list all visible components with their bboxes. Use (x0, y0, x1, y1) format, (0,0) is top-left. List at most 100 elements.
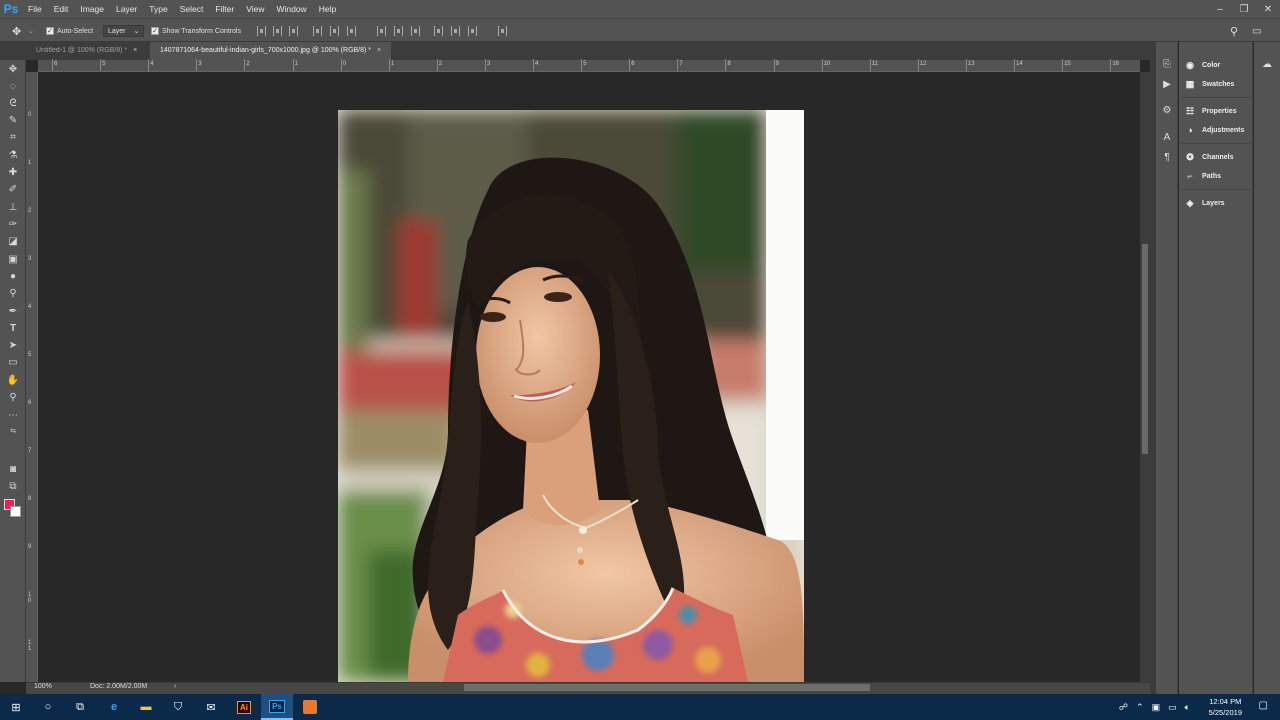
align-left-icon[interactable] (313, 26, 322, 36)
background-color-swatch[interactable] (10, 506, 21, 517)
paragraph-icon[interactable]: ¶ (1161, 152, 1173, 163)
align-top-icon[interactable] (257, 26, 266, 36)
menu-file[interactable]: File (22, 0, 48, 18)
gradient-tool-icon[interactable]: ▣ (6, 254, 20, 266)
canvas-area[interactable] (39, 72, 1139, 682)
chevron-down-icon[interactable]: ⌄ (28, 25, 34, 37)
hand-tool-icon[interactable]: ✋ (6, 375, 20, 387)
eraser-tool-icon[interactable]: ◪ (6, 236, 20, 248)
show-transform-checkbox[interactable]: ✓ Show Transform Controls (151, 25, 241, 37)
menu-window[interactable]: Window (270, 0, 312, 18)
quick-select-tool-icon[interactable]: ✎ (6, 115, 20, 127)
windows-start-icon[interactable]: ⊞ (0, 694, 32, 720)
align-right-icon[interactable] (347, 26, 356, 36)
move-tool-icon[interactable]: ✥ (6, 64, 20, 76)
restore-button[interactable]: ❐ (1232, 0, 1256, 18)
menu-edit[interactable]: Edit (48, 0, 75, 18)
illustrator-app[interactable]: Ai (228, 694, 260, 720)
brush-settings-icon[interactable]: ⚙ (1161, 105, 1173, 116)
menu-layer[interactable]: Layer (110, 0, 143, 18)
chevron-up-icon[interactable]: ⌃ (1136, 702, 1144, 713)
network-icon[interactable]: ▣ (1152, 702, 1161, 713)
edge-browser-icon[interactable]: e (98, 694, 130, 720)
document-size-info[interactable]: Doc: 2.00M/2.00M (90, 683, 147, 690)
blur-tool-icon[interactable]: ● (6, 271, 20, 283)
close-icon[interactable]: × (377, 47, 381, 54)
distribute-right-icon[interactable] (468, 26, 477, 36)
other-app[interactable] (294, 694, 326, 720)
align-bottom-icon[interactable] (289, 26, 298, 36)
search-icon[interactable]: ○ (32, 694, 64, 720)
battery-icon[interactable]: ▭ (1168, 702, 1177, 713)
file-explorer-icon[interactable]: ▬ (130, 694, 162, 720)
people-icon[interactable]: ☍ (1119, 702, 1128, 713)
crop-tool-icon[interactable]: ⌗ (6, 132, 20, 144)
close-icon[interactable]: × (133, 47, 137, 54)
distribute-vcenter-icon[interactable] (394, 26, 403, 36)
align-vcenter-icon[interactable] (273, 26, 282, 36)
lasso-tool-icon[interactable]: ᘓ (6, 98, 20, 110)
ruler-tick (533, 59, 534, 71)
history-brush-tool-icon[interactable]: ✑ (6, 219, 20, 231)
actions-play-icon[interactable]: ▶ (1161, 79, 1173, 90)
eyedropper-tool-icon[interactable]: ⚗ (6, 150, 20, 162)
menu-help[interactable]: Help (313, 0, 342, 18)
zoom-tool-icon[interactable]: ⚲ (6, 392, 20, 404)
libraries-cloud-icon[interactable]: ☁ (1261, 59, 1273, 70)
menu-filter[interactable]: Filter (209, 0, 240, 18)
distribute-hcenter-icon[interactable] (451, 26, 460, 36)
panel-swatches[interactable]: ▦ Swatches (1185, 77, 1235, 91)
panel-paths[interactable]: ⌐ Paths (1185, 169, 1221, 183)
chevron-right-icon[interactable]: › (174, 683, 176, 690)
volume-icon[interactable]: 🔈︎ (1185, 702, 1190, 713)
rectangle-tool-icon[interactable]: ▭ (6, 357, 20, 369)
more-tools-icon[interactable]: ⋯ (6, 410, 20, 422)
workspace-icon[interactable]: ▭ (1252, 25, 1261, 37)
notification-icon[interactable]: ▢ (1259, 700, 1268, 711)
distribute-left-icon[interactable] (434, 26, 443, 36)
panel-properties[interactable]: ☷ Properties (1185, 104, 1237, 118)
panel-channels[interactable]: ❂ Channels (1185, 150, 1233, 164)
vertical-scroll-thumb[interactable] (1142, 244, 1148, 454)
swap-colors-icon[interactable]: ⇆ (6, 426, 20, 438)
auto-align-icon[interactable] (498, 26, 507, 36)
brush-tool-icon[interactable]: ✐ (6, 184, 20, 196)
auto-select-target-dropdown[interactable]: Layer ⌄ (103, 25, 145, 37)
move-tool-icon[interactable]: ✥ (12, 25, 21, 38)
zoom-level[interactable]: 100% (34, 683, 52, 690)
clock[interactable]: 12:04 PM 5/25/2019 (1209, 696, 1242, 718)
tab-untitled[interactable]: Untitled-1 @ 100% (RGB/8) * × (26, 42, 147, 60)
pen-tool-icon[interactable]: ✒ (6, 306, 20, 318)
menu-view[interactable]: View (240, 0, 270, 18)
panel-adjustments[interactable]: ◑ Adjustments (1185, 123, 1244, 137)
stamp-tool-icon[interactable]: ⊥ (6, 202, 20, 214)
menu-select[interactable]: Select (174, 0, 210, 18)
screen-mode-icon[interactable]: ⧉ (6, 481, 20, 493)
close-button[interactable]: ✕ (1256, 0, 1280, 18)
menu-image[interactable]: Image (74, 0, 110, 18)
distribute-top-icon[interactable] (377, 26, 386, 36)
mail-icon[interactable]: ✉ (195, 694, 227, 720)
healing-brush-tool-icon[interactable]: ✚ (6, 167, 20, 179)
panel-layers[interactable]: ◈ Layers (1185, 196, 1225, 210)
photoshop-app[interactable]: Ps (261, 694, 293, 720)
task-view-icon[interactable]: ⧉ (64, 694, 96, 720)
quick-mask-icon[interactable]: ◙ (6, 464, 20, 476)
horizontal-scroll-thumb[interactable] (464, 684, 870, 691)
history-icon[interactable]: ⎘ (1161, 59, 1173, 70)
panel-color[interactable]: ◉ Color (1185, 58, 1220, 72)
tab-photo[interactable]: 1407871064-beautiful-indian-girls_700x10… (150, 42, 392, 60)
minimize-button[interactable]: – (1208, 0, 1232, 18)
marquee-tool-icon[interactable]: ◌ (6, 81, 20, 93)
dodge-tool-icon[interactable]: ⚲ (6, 288, 20, 300)
menu-type[interactable]: Type (143, 0, 173, 18)
align-hcenter-icon[interactable] (330, 26, 339, 36)
store-icon[interactable]: ⛉ (162, 694, 194, 720)
search-icon[interactable]: ⚲ (1230, 25, 1238, 38)
distribute-bottom-icon[interactable] (411, 26, 420, 36)
path-select-tool-icon[interactable]: ➤ (6, 340, 20, 352)
character-icon[interactable]: A (1161, 132, 1173, 143)
document-image[interactable] (338, 110, 804, 682)
auto-select-checkbox[interactable]: ✓ Auto-Select (46, 25, 93, 37)
type-tool-icon[interactable]: T (6, 323, 20, 335)
